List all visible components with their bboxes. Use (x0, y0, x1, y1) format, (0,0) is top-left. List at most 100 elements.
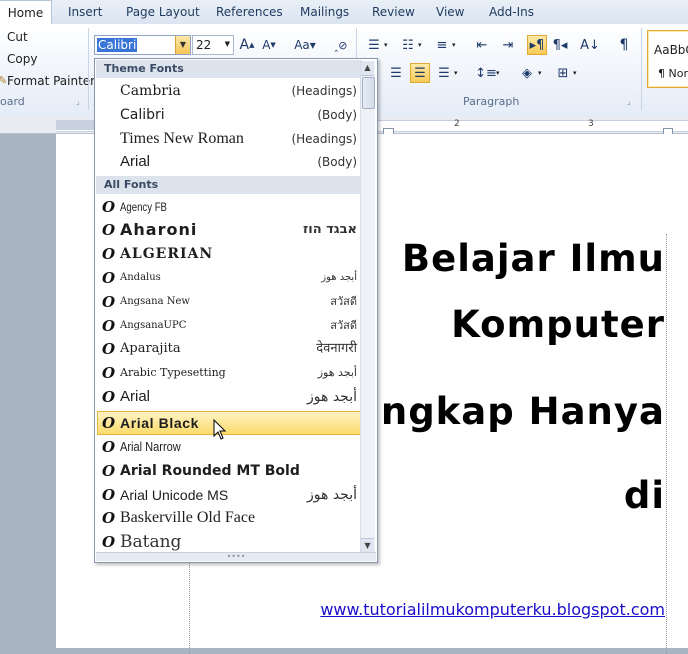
font-name-input[interactable]: Calibri (97, 38, 138, 52)
document-line-1[interactable]: Belajar Ilmu (402, 237, 665, 280)
distributed-icon[interactable]: ☰ (434, 63, 454, 83)
clipboard-group-label: oard (0, 95, 25, 108)
opentype-icon: O (102, 340, 116, 358)
mouse-cursor-icon (213, 419, 227, 440)
chevron-down-icon[interactable]: ▾ (496, 69, 500, 77)
dialog-launcher-icon[interactable]: ⌟ (627, 97, 631, 106)
opentype-icon: O (102, 221, 116, 239)
cut-button[interactable]: Cut (7, 30, 28, 44)
chevron-down-icon[interactable]: ▼ (175, 36, 190, 54)
tab-references[interactable]: References (216, 5, 283, 19)
font-item-arabic-typesetting[interactable]: O Arabic Typesetting أبجد هوز (97, 361, 361, 385)
theme-font-arial[interactable]: Arial (Body) (97, 150, 361, 174)
opentype-icon: O (102, 293, 116, 311)
paragraph-group-label: Paragraph (463, 95, 520, 108)
scroll-down-icon[interactable]: ▼ (361, 538, 374, 553)
theme-font-times-new-roman[interactable]: Times New Roman (Headings) (97, 127, 361, 151)
font-item-batang[interactable]: O Batang (97, 530, 361, 554)
dialog-launcher-icon[interactable]: ⌟ (76, 97, 80, 106)
font-item-arial-black[interactable]: O Arial Black (97, 411, 361, 435)
format-painter-button[interactable]: Format Painter (7, 74, 95, 88)
tab-insert[interactable]: Insert (68, 5, 102, 19)
font-item-arial[interactable]: O Arial أبجد هوز (97, 385, 361, 409)
theme-font-calibri[interactable]: Calibri (Body) (97, 103, 361, 127)
tab-view[interactable]: View (436, 5, 464, 19)
font-size-combobox[interactable]: 22 ▼ (192, 35, 234, 55)
bullets-icon[interactable]: ☰ (364, 35, 384, 55)
font-item-aparajita[interactable]: O Aparajita देवनागरी (97, 337, 361, 361)
font-item-angsana-new[interactable]: O Angsana New สวัสดี (97, 290, 361, 314)
chevron-down-icon[interactable]: ▾ (454, 69, 458, 77)
scroll-thumb[interactable] (362, 77, 375, 109)
group-separator (641, 28, 642, 110)
line-spacing-icon[interactable]: ↕≡ (475, 63, 497, 83)
theme-font-cambria[interactable]: Cambria (Headings) (97, 79, 361, 103)
opentype-icon: O (102, 533, 116, 551)
borders-icon[interactable]: ⊞ (553, 63, 573, 83)
font-item-baskerville-old-face[interactable]: O Baskerville Old Face (97, 506, 361, 530)
tab-review[interactable]: Review (372, 5, 415, 19)
ltr-direction-icon[interactable]: ▸¶ (527, 35, 547, 55)
tab-mailings[interactable]: Mailings (300, 5, 349, 19)
font-item-agency-fb[interactable]: O Agency FB (97, 195, 361, 219)
font-item-arial-unicode-ms[interactable]: O Arial Unicode MS أبجد هوز (97, 483, 361, 507)
scroll-up-icon[interactable]: ▲ (361, 61, 374, 76)
change-case-icon[interactable]: Aa▾ (292, 35, 318, 55)
opentype-icon: O (102, 245, 116, 263)
font-item-aharoni[interactable]: O Aharoni אבגד הוז (97, 218, 361, 242)
chevron-down-icon[interactable]: ▾ (452, 41, 456, 49)
dropdown-scrollbar[interactable]: ▲ ▼ (360, 61, 375, 553)
grow-font-icon[interactable]: A ▲ (237, 35, 257, 55)
font-item-arial-narrow[interactable]: O Arial Narrow (97, 435, 361, 459)
clear-formatting-icon[interactable]: ꞈ⊘ (331, 35, 351, 55)
opentype-icon: O (102, 414, 116, 432)
font-size-input[interactable]: 22 (196, 38, 211, 52)
chevron-down-icon[interactable]: ▾ (538, 69, 542, 77)
chevron-down-icon[interactable]: ▾ (384, 41, 388, 49)
ruler-mark: 2 (454, 119, 460, 129)
blog-link[interactable]: www.tutorialilmukomputerku.blogspot.com (320, 600, 665, 619)
show-marks-icon[interactable]: ¶ (614, 35, 634, 55)
tab-home[interactable]: Home (0, 0, 52, 25)
shrink-font-icon[interactable]: A ▼ (259, 35, 279, 55)
group-separator (88, 28, 89, 110)
ribbon-tab-bar: Home Insert Page Layout References Maili… (0, 0, 688, 25)
document-line-2[interactable]: Komputer (451, 303, 665, 346)
rtl-direction-icon[interactable]: ¶◂ (550, 35, 570, 55)
ruler-mark: 3 (588, 119, 594, 129)
opentype-icon: O (102, 364, 116, 382)
font-name-combobox[interactable]: Calibri ▼ (94, 35, 191, 55)
font-item-andalus[interactable]: O Andalus أبجد هوز (97, 266, 361, 290)
style-normal-tile[interactable]: AaBbC ¶ Nor (647, 30, 688, 88)
shading-icon[interactable]: ◈ (517, 63, 537, 83)
font-dropdown[interactable]: Theme Fonts Cambria (Headings) Calibri (… (94, 58, 378, 563)
multilevel-list-icon[interactable]: ≡ (432, 35, 452, 55)
chevron-down-icon[interactable]: ▾ (573, 69, 577, 77)
copy-button[interactable]: Copy (7, 52, 37, 66)
numbering-icon[interactable]: ☷ (398, 35, 418, 55)
opentype-icon: O (102, 317, 116, 335)
decrease-indent-icon[interactable]: ⇤ (472, 35, 492, 55)
opentype-icon: O (102, 198, 116, 216)
increase-indent-icon[interactable]: ⇥ (498, 35, 518, 55)
theme-fonts-header: Theme Fonts (96, 60, 362, 78)
document-line-3[interactable]: ngkap Hanya (381, 390, 665, 433)
opentype-icon: O (102, 462, 116, 480)
align-center-icon[interactable]: ☰ (386, 63, 406, 83)
opentype-icon: O (102, 388, 116, 406)
chevron-down-icon[interactable]: ▾ (418, 41, 422, 49)
chevron-down-icon[interactable]: ▼ (225, 40, 230, 48)
justify-icon[interactable]: ☰ (410, 63, 430, 83)
sort-icon[interactable]: A↓ (580, 35, 600, 55)
font-item-arial-rounded-mt-bold[interactable]: O Arial Rounded MT Bold (97, 459, 361, 483)
dropdown-resize-grip[interactable]: •••• (96, 552, 376, 561)
all-fonts-header: All Fonts (96, 176, 362, 194)
document-line-4[interactable]: di (624, 474, 665, 517)
font-item-angsanaupc[interactable]: O AngsanaUPC สวัสดี (97, 314, 361, 338)
tab-add-ins[interactable]: Add-Ins (489, 5, 534, 19)
opentype-icon: O (102, 486, 116, 504)
font-item-algerian[interactable]: O ALGERIAN (97, 242, 361, 266)
opentype-icon: O (102, 509, 116, 527)
tab-page-layout[interactable]: Page Layout (126, 5, 200, 19)
style-sample-text: AaBbC (654, 43, 688, 57)
